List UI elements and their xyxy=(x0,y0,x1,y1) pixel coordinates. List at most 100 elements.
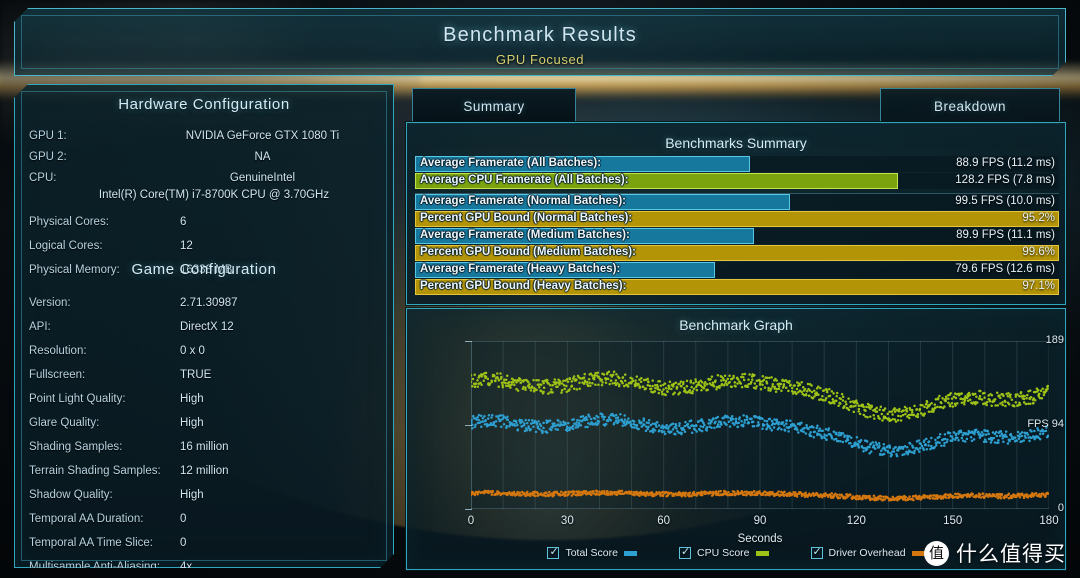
benchmark-graph-title: Benchmark Graph xyxy=(679,317,793,333)
config-row: Glare Quality: High xyxy=(15,412,395,436)
config-row-key: Fullscreen: xyxy=(29,369,86,382)
config-row: Version: 2.71.30987 xyxy=(15,292,395,316)
legend-color-swatch xyxy=(911,550,925,556)
config-row-value: NVIDIA GeForce GTX 1080 Ti xyxy=(185,129,340,142)
config-row: GPU 1: NVIDIA GeForce GTX 1080 Ti xyxy=(15,126,395,147)
benchmark-bar-row: Percent GPU Bound (Normal Batches): 95.2% xyxy=(415,211,1059,227)
benchmarks-summary-title: Benchmarks Summary xyxy=(665,135,807,151)
y-axis-tick-label: 189 xyxy=(1045,334,1064,346)
benchmark-bar-row: Average CPU Framerate (All Batches): 128.… xyxy=(415,173,1059,189)
config-row: GPU 2: NA xyxy=(15,147,395,168)
y-axis-tick-label: 0 xyxy=(1057,502,1064,514)
benchmark-bar-row: Average Framerate (Medium Batches): 89.9 … xyxy=(415,228,1059,244)
tab-summary[interactable]: Summary xyxy=(412,88,576,124)
cpu-full-name: Intel(R) Core(TM) i7-8700K CPU @ 3.70GHz xyxy=(98,189,330,201)
page-title: Benchmark Results xyxy=(443,24,637,46)
config-row-value: 16 million xyxy=(180,441,229,454)
x-axis-tick-label: 180 xyxy=(1039,515,1059,527)
x-axis-tick-label: 120 xyxy=(846,515,866,527)
config-row: Fullscreen: TRUE xyxy=(15,364,395,388)
config-row-value: 12 million xyxy=(180,465,229,478)
config-row: CPU: GenuineIntel xyxy=(15,168,395,189)
config-row-value: High xyxy=(180,417,204,430)
benchmark-bar-label: Percent GPU Bound (Heavy Batches): xyxy=(420,280,627,292)
benchmark-bar-value: 99.6% xyxy=(1022,246,1055,258)
config-row-key: Shadow Quality: xyxy=(29,489,113,502)
config-row-key: Logical Cores: xyxy=(29,240,103,253)
game-configuration-title: Game Configuration xyxy=(131,261,277,278)
benchmark-bar-value: 97.1% xyxy=(1022,280,1055,292)
legend-item[interactable]: CPU Score xyxy=(678,545,769,559)
config-row-key: Point Light Quality: xyxy=(29,393,126,406)
config-row-key: Temporal AA Duration: xyxy=(29,513,144,526)
watermark: 值 什么值得买 xyxy=(924,538,1066,568)
legend-label: CPU Score xyxy=(696,547,750,559)
benchmark-bar-value: 95.2% xyxy=(1022,212,1055,224)
legend-item[interactable]: Driver Overhead xyxy=(810,545,925,559)
benchmark-bar-value: 88.9 FPS (11.2 ms) xyxy=(956,157,1055,169)
plot-area-wrapper: 189 FPS 94 0 0 30 60 90 120 150 180 Seconds xyxy=(407,334,1067,545)
legend-checkbox-icon[interactable] xyxy=(678,545,691,559)
legend-item[interactable]: Total Score xyxy=(547,545,637,559)
config-row-key: API: xyxy=(29,321,51,334)
tab-breakdown[interactable]: Breakdown xyxy=(880,88,1060,124)
config-row: Shadow Quality: High xyxy=(15,484,395,508)
benchmark-bar-row: Average Framerate (Heavy Batches): 79.6 F… xyxy=(415,262,1059,278)
config-row-key: Shading Samples: xyxy=(29,441,123,454)
x-axis-tick-label: 150 xyxy=(943,515,963,527)
legend-label: Total Score xyxy=(565,547,618,559)
config-row-value: 0 xyxy=(180,537,187,550)
config-row-value: 6 xyxy=(180,216,187,229)
config-row: Point Light Quality: High xyxy=(15,388,395,412)
benchmark-bar-label: Average CPU Framerate (All Batches): xyxy=(420,174,629,186)
config-row: Terrain Shading Samples: 12 million xyxy=(15,460,395,484)
benchmarks-summary-panel: Benchmarks Summary Average Framerate (Al… xyxy=(406,122,1066,305)
benchmark-bar-label: Percent GPU Bound (Medium Batches): xyxy=(420,246,636,258)
benchmark-bar-label: Average Framerate (Heavy Batches): xyxy=(420,263,621,275)
benchmark-bar-value: 128.2 FPS (7.8 ms) xyxy=(955,174,1055,186)
config-row: Physical Cores: 6 xyxy=(15,211,395,235)
watermark-text: 什么值得买 xyxy=(956,542,1066,566)
y-axis-tick-label: FPS 94 xyxy=(1027,418,1064,430)
config-row-key: CPU: xyxy=(29,171,57,184)
legend-checkbox-icon[interactable] xyxy=(810,545,823,559)
config-row-key: Terrain Shading Samples: xyxy=(29,465,161,478)
benchmark-bar-label: Percent GPU Bound (Normal Batches): xyxy=(420,212,633,224)
config-row-value: 0 x 0 xyxy=(180,345,205,358)
config-row-value: 12 xyxy=(180,240,193,253)
hardware-rows: GPU 1: NVIDIA GeForce GTX 1080 Ti GPU 2: NA… xyxy=(15,126,395,189)
config-row-value: DirectX 12 xyxy=(180,321,234,334)
config-row: Resolution: 0 x 0 xyxy=(15,340,395,364)
y-axis-tick xyxy=(465,509,472,510)
config-row: Temporal AA Time Slice: 0 xyxy=(15,532,395,556)
benchmark-bar-row: Percent GPU Bound (Heavy Batches): 97.1% xyxy=(415,279,1059,295)
legend-checkbox-icon[interactable] xyxy=(547,545,560,559)
config-row-key: Version: xyxy=(29,297,71,310)
config-row-key: Glare Quality: xyxy=(29,417,100,430)
watermark-badge: 值 xyxy=(924,540,949,566)
x-axis-tick-label: 0 xyxy=(467,515,475,527)
config-row-key: GPU 1: xyxy=(29,129,67,142)
config-row-value: TRUE xyxy=(180,369,212,382)
game-rows: Version: 2.71.30987 API: DirectX 12 Resoluti… xyxy=(15,292,395,578)
config-row: Logical Cores: 12 xyxy=(15,235,395,259)
config-row-key: Physical Cores: xyxy=(29,216,109,229)
config-row-value: 0 xyxy=(180,513,187,526)
benchmark-bar-label: Average Framerate (Medium Batches): xyxy=(420,229,630,241)
x-axis-tick-label: 90 xyxy=(753,515,767,527)
benchmark-bar-list: Average Framerate (All Batches): 88.9 FPS… xyxy=(415,156,1059,296)
config-row-key: Resolution: xyxy=(29,345,87,358)
benchmark-bar-row: Average Framerate (Normal Batches): 99.5 … xyxy=(415,194,1059,210)
config-row-key: Temporal AA Time Slice: xyxy=(29,537,153,550)
config-row-value: High xyxy=(180,393,204,406)
config-row-value: GenuineIntel xyxy=(229,171,296,184)
benchmark-bar-value: 89.9 FPS (11.1 ms) xyxy=(956,229,1055,241)
x-axis-tick-label: 30 xyxy=(560,515,574,527)
x-axis-tick-label: 60 xyxy=(657,515,671,527)
configuration-panel: Hardware Configuration GPU 1: NVIDIA GeFo… xyxy=(14,84,394,568)
header-panel: Benchmark Results GPU Focused xyxy=(14,8,1066,76)
config-row: Temporal AA Duration: 0 xyxy=(15,508,395,532)
config-row-value: NA xyxy=(254,150,271,163)
legend-label: Driver Overhead xyxy=(828,547,906,559)
scatter-plot xyxy=(469,340,1050,510)
